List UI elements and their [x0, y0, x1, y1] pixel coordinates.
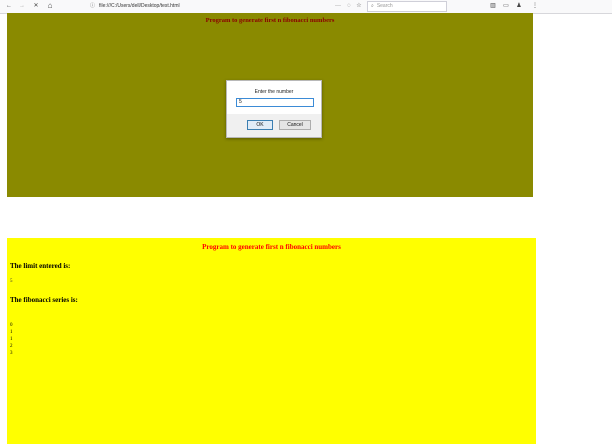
cancel-button[interactable]: Cancel — [279, 120, 311, 130]
limit-label: The limit entered is: — [10, 262, 71, 270]
search-placeholder: Search — [376, 3, 393, 9]
series-item: 0 — [10, 323, 13, 328]
back-icon[interactable]: ← — [4, 0, 14, 12]
bookmark-star-icon[interactable]: ☆ — [354, 0, 364, 12]
stop-icon[interactable]: ✕ — [31, 0, 41, 12]
url-text: file:///C:/Users/dell/Desktop/test.html — [99, 3, 180, 9]
sidebar-icon[interactable]: ▭ — [501, 0, 511, 12]
menu-icon[interactable]: ⋮ — [530, 0, 540, 12]
prompt-input[interactable]: 5 — [236, 98, 314, 107]
limit-value: 5 — [10, 279, 13, 284]
library-icon[interactable]: ▥ — [488, 0, 498, 12]
page-heading: Program to generate first n fibonacci nu… — [205, 17, 335, 24]
forward-icon[interactable]: → — [17, 0, 27, 12]
pocket-icon[interactable]: ◌ — [344, 0, 354, 12]
search-input[interactable]: ⌕ Search — [367, 1, 447, 12]
site-info-icon[interactable]: ⓘ — [90, 3, 95, 9]
browser-toolbar: ← → ✕ ⌂ ⓘ file:///C:/Users/dell/Desktop/t… — [0, 0, 612, 14]
prompt-footer: OK Cancel — [227, 114, 321, 137]
result-heading: Program to generate first n fibonacci nu… — [202, 243, 341, 251]
fibonacci-series-list: 0 1 1 2 3 — [10, 322, 13, 357]
ok-button[interactable]: OK — [247, 120, 273, 130]
series-item: 2 — [10, 344, 13, 349]
series-item: 1 — [10, 330, 13, 335]
home-icon[interactable]: ⌂ — [45, 0, 55, 12]
account-icon[interactable]: ♟ — [514, 0, 524, 12]
series-label: The fibonacci series is: — [10, 296, 78, 304]
prompt-message: Enter the number — [254, 89, 294, 95]
page-with-prompt: Program to generate first n fibonacci nu… — [7, 13, 533, 197]
address-bar[interactable]: ⓘ file:///C:/Users/dell/Desktop/test.html — [90, 1, 350, 11]
page-actions-icon[interactable]: ··· — [333, 0, 343, 12]
result-page: Program to generate first n fibonacci nu… — [7, 238, 536, 444]
prompt-dialog: Enter the number 5 OK Cancel — [226, 80, 322, 138]
search-icon: ⌕ — [371, 3, 374, 9]
series-item: 1 — [10, 337, 13, 342]
series-item: 3 — [10, 351, 13, 356]
